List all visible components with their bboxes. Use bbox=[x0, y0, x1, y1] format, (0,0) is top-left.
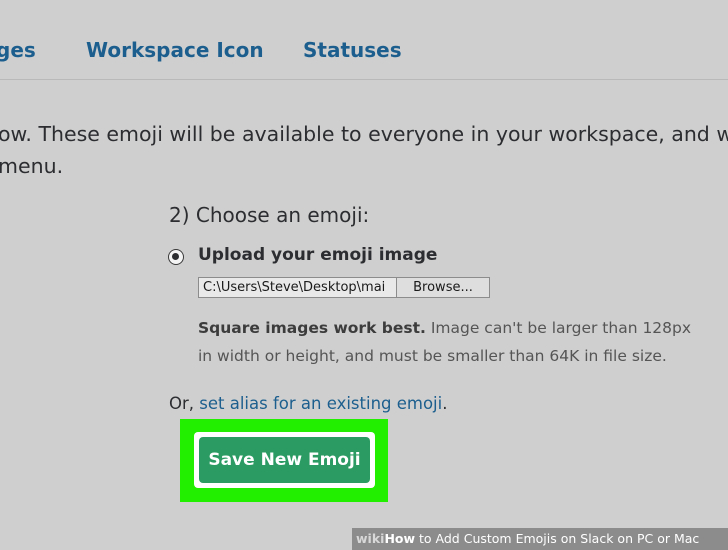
tab-statuses[interactable]: Statuses bbox=[303, 38, 402, 62]
intro-line-1: ow. These emoji will be available to eve… bbox=[0, 122, 728, 146]
intro-text: ow. These emoji will be available to eve… bbox=[0, 118, 728, 182]
file-path-field[interactable]: C:\Users\Steve\Desktop\mai bbox=[198, 277, 396, 298]
hint-text-line-2: in width or height, and must be smaller … bbox=[198, 347, 667, 365]
intro-line-2: menu. bbox=[0, 154, 64, 178]
emoji-settings-nav: ges Workspace Icon Statuses bbox=[0, 0, 728, 80]
hint-text-line-1: Image can't be larger than 128px bbox=[425, 319, 692, 337]
file-upload-control: C:\Users\Steve\Desktop\mai Browse... bbox=[198, 277, 490, 298]
upload-radio-button[interactable] bbox=[168, 249, 184, 265]
upload-option-label[interactable]: Upload your emoji image bbox=[198, 245, 437, 265]
tab-emoji-images[interactable]: ges bbox=[0, 38, 36, 62]
watermark-title: to Add Custom Emojis on Slack on PC or M… bbox=[415, 531, 700, 546]
choose-emoji-heading: 2) Choose an emoji: bbox=[169, 203, 370, 227]
image-requirements-hint: Square images work best. Image can't be … bbox=[198, 314, 718, 370]
watermark-wiki: wiki bbox=[356, 531, 385, 546]
tab-workspace-icon[interactable]: Workspace Icon bbox=[86, 38, 264, 62]
save-new-emoji-button[interactable]: Save New Emoji bbox=[199, 437, 370, 483]
set-alias-link[interactable]: set alias for an existing emoji bbox=[199, 394, 442, 413]
alias-line: Or, set alias for an existing emoji. bbox=[169, 394, 447, 413]
browse-button[interactable]: Browse... bbox=[396, 277, 490, 298]
hint-bold-text: Square images work best. bbox=[198, 319, 426, 337]
alias-suffix: . bbox=[442, 394, 448, 413]
wikihow-watermark: wikiHow to Add Custom Emojis on Slack on… bbox=[352, 528, 728, 550]
watermark-how: How bbox=[384, 531, 416, 546]
alias-prefix: Or, bbox=[169, 394, 200, 413]
